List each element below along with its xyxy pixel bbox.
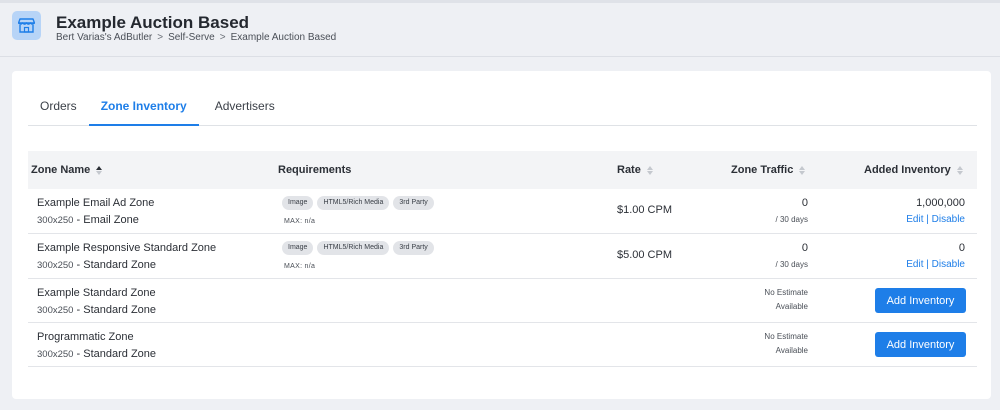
table-header: Zone Name Requirements Rate Zone Traffic… bbox=[28, 151, 977, 189]
added-inventory: 0 bbox=[958, 242, 965, 254]
edit-link[interactable]: Edit bbox=[906, 214, 923, 225]
breadcrumb-item-account[interactable]: Bert Varias's AdButler bbox=[56, 32, 152, 43]
tab-orders[interactable]: Orders bbox=[28, 91, 89, 126]
zone-name: Example Responsive Standard Zone bbox=[37, 242, 217, 254]
row-actions: Edit | Disable bbox=[906, 259, 965, 270]
breadcrumb-item-self-serve[interactable]: Self-Serve bbox=[168, 32, 215, 43]
column-requirements: Requirements bbox=[278, 164, 352, 176]
badge-image: Image bbox=[282, 196, 314, 210]
requirement-badges: Image HTML5/Rich Media 3rd Party bbox=[282, 241, 434, 255]
badge-html5: HTML5/Rich Media bbox=[317, 196, 390, 210]
edit-link[interactable]: Edit bbox=[906, 259, 923, 270]
badge-third-party: 3rd Party bbox=[393, 196, 434, 210]
zone-name: Example Email Ad Zone bbox=[37, 197, 155, 209]
column-rate[interactable]: Rate bbox=[617, 164, 653, 176]
table-row: Programmatic Zone 300x250 - Standard Zon… bbox=[28, 323, 977, 367]
traffic-period: / 30 days bbox=[775, 260, 808, 269]
sort-icon bbox=[956, 165, 963, 175]
breadcrumb: Bert Varias's AdButler > Self-Serve > Ex… bbox=[56, 32, 336, 43]
main-card: Orders Zone Inventory Advertisers Zone N… bbox=[12, 71, 991, 399]
added-inventory: 1,000,000 bbox=[916, 197, 965, 209]
column-zone-traffic[interactable]: Zone Traffic bbox=[731, 164, 806, 176]
traffic-estimate: No Estimate bbox=[764, 288, 808, 297]
add-inventory-button[interactable]: Add Inventory bbox=[875, 288, 966, 313]
sort-icon bbox=[799, 165, 806, 175]
traffic-estimate: No Estimate bbox=[764, 332, 808, 341]
zone-name: Programmatic Zone bbox=[37, 331, 134, 343]
zone-details: 300x250 - Standard Zone bbox=[37, 348, 157, 360]
zone-name: Example Standard Zone bbox=[37, 287, 156, 299]
badge-third-party: 3rd Party bbox=[393, 241, 434, 255]
storefront-icon bbox=[12, 11, 41, 40]
rate: $5.00 CPM bbox=[616, 249, 672, 261]
row-actions: Edit | Disable bbox=[906, 214, 965, 225]
max-size: MAX: n/a bbox=[284, 218, 316, 225]
traffic-estimate: Available bbox=[775, 346, 808, 355]
traffic-period: / 30 days bbox=[775, 215, 808, 224]
zone-inventory-table: Zone Name Requirements Rate Zone Traffic… bbox=[28, 151, 977, 367]
disable-link[interactable]: Disable bbox=[932, 259, 965, 270]
tab-advertisers[interactable]: Advertisers bbox=[199, 91, 287, 126]
table-row: Example Standard Zone 300x250 - Standard… bbox=[28, 279, 977, 323]
table-row: Example Email Ad Zone 300x250 - Email Zo… bbox=[28, 189, 977, 234]
add-inventory-button[interactable]: Add Inventory bbox=[875, 332, 966, 357]
page-header: Example Auction Based Bert Varias's AdBu… bbox=[0, 3, 1000, 57]
max-size: MAX: n/a bbox=[284, 263, 316, 270]
requirement-badges: Image HTML5/Rich Media 3rd Party bbox=[282, 196, 434, 210]
zone-traffic: 0 bbox=[801, 242, 808, 254]
zone-details: 300x250 - Email Zone bbox=[37, 214, 139, 226]
disable-link[interactable]: Disable bbox=[932, 214, 965, 225]
breadcrumb-separator: > bbox=[219, 32, 226, 43]
badge-image: Image bbox=[282, 241, 314, 255]
rate: $1.00 CPM bbox=[616, 204, 672, 216]
sort-ascending-icon bbox=[96, 165, 103, 175]
breadcrumb-item-current: Example Auction Based bbox=[230, 32, 337, 43]
traffic-estimate: Available bbox=[775, 302, 808, 311]
column-zone-name[interactable]: Zone Name bbox=[31, 164, 103, 176]
zone-details: 300x250 - Standard Zone bbox=[37, 304, 157, 316]
table-row: Example Responsive Standard Zone 300x250… bbox=[28, 234, 977, 279]
zone-traffic: 0 bbox=[801, 197, 808, 209]
sort-icon bbox=[646, 165, 653, 175]
badge-html5: HTML5/Rich Media bbox=[317, 241, 390, 255]
tab-bar: Orders Zone Inventory Advertisers bbox=[28, 91, 977, 126]
tab-zone-inventory[interactable]: Zone Inventory bbox=[88, 91, 199, 126]
page-title: Example Auction Based bbox=[56, 13, 250, 32]
column-added-inventory[interactable]: Added Inventory bbox=[864, 164, 963, 176]
breadcrumb-separator: > bbox=[157, 32, 164, 43]
zone-details: 300x250 - Standard Zone bbox=[37, 259, 157, 271]
